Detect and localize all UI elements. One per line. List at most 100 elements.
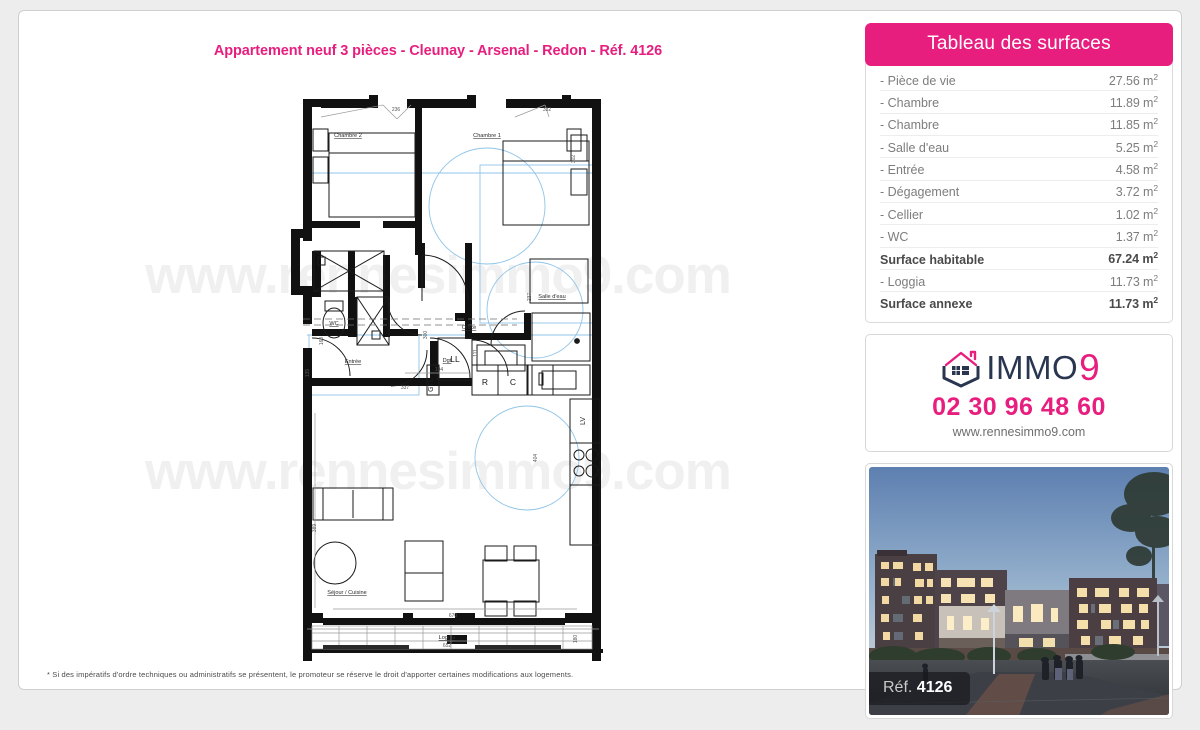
room-label-wc: WC [329, 321, 338, 327]
surface-unit-superscript: 2 [1153, 205, 1158, 216]
surface-row-value: 27.56 m2 [1108, 71, 1158, 88]
surface-row-value: 11.89 m2 [1109, 93, 1158, 111]
surfaces-panel: Tableau des surfaces - Pièce de vie 27.56… [865, 23, 1173, 323]
logo-nine: 9 [1079, 347, 1100, 389]
surface-unit-superscript: 2 [1153, 228, 1158, 238]
dim-652: 652 [443, 643, 452, 649]
agency-panel: IMMO 9 02 30 96 48 60 www.rennesimmo9.co… [865, 333, 1173, 452]
surface-unit-superscript: 2 [1153, 138, 1158, 149]
residence-photo: Réf. 4126 [869, 466, 1169, 715]
surface-unit-superscript: 2 [1153, 116, 1158, 127]
surface-row-value: 1.37 m2 [1115, 228, 1158, 245]
room-label-chambre-2: Chambre 2 [334, 133, 362, 139]
disclaimer-text: * Si des impératifs d'ordre techniques o… [47, 670, 574, 679]
surface-row: - WC 1.37 m2 [880, 225, 1158, 248]
agency-phone[interactable]: 02 30 96 48 60 [866, 393, 1172, 422]
surface-row-value: 3.72 m2 [1115, 183, 1158, 200]
surface-value-number: 5.25 [1115, 140, 1140, 155]
agency-website[interactable]: www.rennesimmo9.com [866, 425, 1172, 439]
surface-unit-superscript: 2 [1153, 183, 1158, 194]
surface-row: - Pièce de vie 27.56 m2 [880, 69, 1158, 92]
room-label-salle-deau: Salle d'eau [538, 294, 566, 300]
surface-row-label: - Chambre [880, 118, 940, 133]
surface-value-number: 11.89 [1109, 96, 1140, 111]
house-logo-icon [942, 350, 980, 388]
dim-670: 670 [449, 613, 458, 619]
photo-ref-number: 4126 [916, 678, 953, 696]
surface-value-number: 11.73 [1108, 297, 1139, 312]
surface-row-label: - Salle d'eau [880, 140, 950, 155]
surface-value-number: 11.85 [1109, 118, 1140, 133]
surface-row: - Dégagement 3.72 m2 [880, 181, 1158, 204]
dim-300: 300 [423, 331, 429, 340]
floorplan-area: www.rennesimmo9.com www.rennesimmo9.com [19, 73, 857, 661]
room-label-chambre-1: Chambre 1 [473, 133, 501, 139]
surface-row-value: 67.24 m2 [1108, 250, 1158, 267]
surface-row: - Chambre 11.85 m2 [880, 114, 1158, 137]
surface-value-number: 1.37 [1115, 230, 1140, 245]
surfaces-heading: Tableau des surfaces [865, 23, 1173, 66]
appliance-label-r: R [482, 377, 488, 387]
dim-194: 194 [435, 367, 444, 373]
dim-404: 404 [533, 454, 539, 463]
appliance-label-lv: LV [580, 417, 587, 425]
surface-row-label: - Chambre [880, 96, 940, 111]
surface-row: - Salle d'eau 5.25 m2 [880, 136, 1158, 159]
appliance-label-ll: LL [450, 354, 460, 364]
surface-row: - Cellier 1.02 m2 [880, 203, 1158, 226]
surface-value-number: 27.56 [1108, 73, 1140, 88]
surface-row-value: 11.73 m2 [1109, 272, 1158, 289]
dim-135: 135 [305, 369, 311, 378]
room-label-sejour-cuisine: Séjour / Cuisine [327, 590, 367, 596]
surface-row-value: 4.58 m2 [1115, 160, 1158, 178]
surface-row-label: - Cellier [880, 207, 924, 222]
dim-332: 332 [543, 107, 552, 113]
surface-row: - Loggia 11.73 m2 [880, 270, 1158, 293]
surface-row: Surface habitable 67.24 m2 [880, 248, 1158, 271]
surface-value-number: 4.58 [1115, 163, 1140, 178]
surface-row: - Chambre 11.89 m2 [880, 91, 1158, 114]
surface-unit-superscript: 2 [1153, 295, 1158, 306]
logo-wordmark: IMMO [986, 349, 1079, 387]
residence-photo-panel: Réf. 4126 [865, 462, 1173, 719]
dim-237: 237 [527, 293, 533, 302]
page-card: Appartement neuf 3 pièces - Cleunay - Ar… [18, 10, 1182, 719]
surface-row-label: Surface habitable [880, 252, 985, 267]
dim-337: 337 [401, 385, 410, 391]
surface-row: - Entrée 4.58 m2 [880, 158, 1158, 181]
surface-unit-superscript: 2 [1153, 160, 1158, 171]
page-title: Appartement neuf 3 pièces - Cleunay - Ar… [213, 43, 663, 59]
room-label-entree: Entrée [345, 359, 361, 365]
surface-unit-superscript: 2 [1153, 250, 1158, 261]
surface-value-number: 67.24 [1108, 252, 1139, 267]
agency-logo: IMMO 9 [866, 347, 1172, 389]
surface-row-value: 1.02 m2 [1115, 205, 1158, 222]
appliance-label-gtl: GTL [428, 378, 435, 392]
dim-111: 111 [473, 349, 479, 357]
surfaces-table: - Pièce de vie 27.56 m2- Chambre 11.89 m2-… [865, 63, 1173, 323]
surface-row-label: - Dégagement [880, 185, 960, 200]
dim-389: 389 [312, 524, 318, 533]
room-label-loggia: Loggia [439, 635, 457, 641]
surface-unit-superscript: 2 [1153, 93, 1158, 104]
dim-302: 302 [571, 155, 577, 164]
dim-160: 160 [319, 337, 325, 346]
surface-row-label: - Pièce de vie [880, 73, 956, 88]
floorplan-column: Appartement neuf 3 pièces - Cleunay - Ar… [19, 11, 857, 691]
floorplan-drawing: Chambre 2 Chambre 1 Salle d'eau WC Dgt E… [291, 95, 603, 661]
surface-row-label: - WC [880, 230, 909, 245]
surface-row-value: 11.85 m2 [1109, 116, 1158, 133]
photo-ref-label: Réf. [883, 678, 913, 696]
surface-row-label: - Loggia [880, 274, 926, 289]
surface-unit-superscript: 2 [1153, 71, 1158, 82]
dim-180: 180 [573, 635, 579, 644]
surface-row-value: 5.25 m2 [1115, 138, 1158, 155]
surface-value-number: 1.02 [1115, 207, 1140, 222]
appliance-label-c: C [510, 377, 516, 387]
sidebar-column: Tableau des surfaces - Pièce de vie 27.56… [865, 23, 1173, 730]
surface-unit-superscript: 2 [1153, 272, 1158, 283]
surface-row: Surface annexe 11.73 m2 [880, 292, 1158, 313]
surface-row-label: Surface annexe [880, 297, 973, 312]
surface-row-value: 11.73 m2 [1108, 295, 1158, 312]
dim-236: 236 [392, 107, 401, 113]
